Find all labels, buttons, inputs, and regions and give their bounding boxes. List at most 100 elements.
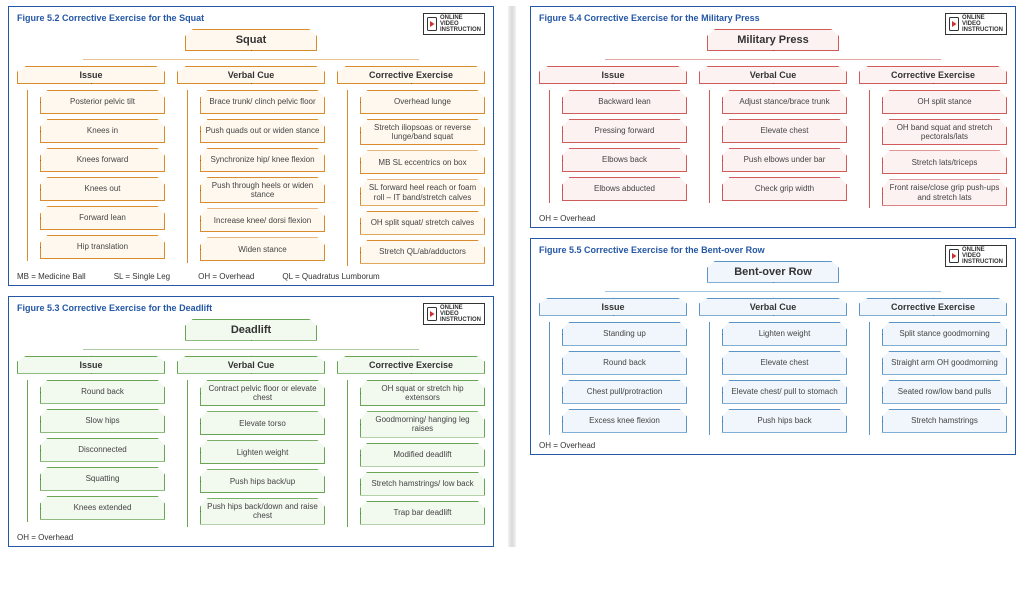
tree-item: Forward lean — [40, 206, 165, 230]
figure-panel-row: Figure 5.5 Corrective Exercise for the B… — [530, 238, 1016, 455]
column-header: Issue — [539, 298, 687, 316]
tree-item: Stretch QL/ab/adductors — [360, 240, 485, 264]
column-header: Corrective Exercise — [859, 298, 1007, 316]
column: IssueStanding upRound backChest pull/pro… — [539, 298, 687, 435]
page-right: Figure 5.4 Corrective Exercise for the M… — [530, 6, 1016, 547]
column: Corrective Exercise OH split stance OH ban… — [859, 66, 1007, 208]
column: Issue Backward lean Pressing forward Elbows… — [539, 66, 687, 208]
column: Issue Round back Slow hips Disconnected Squa… — [17, 356, 165, 527]
legend: MB = Medicine BallSL = Single LegOH = Ov… — [17, 272, 485, 281]
tree-item: Trap bar deadlift — [360, 501, 485, 525]
column-header: Issue — [17, 66, 165, 84]
tree-item: Overhead lunge — [360, 90, 485, 114]
column: Corrective ExerciseOH squat or stretch h… — [337, 356, 485, 527]
branch-connector — [605, 291, 941, 292]
column: Verbal CueBrace trunk/ clinch pelvic flo… — [177, 66, 325, 266]
figure-title: Figure 5.3 Corrective Exercise for the D… — [17, 303, 485, 313]
tree-item: Excess knee flexion — [562, 409, 687, 433]
tree-item: Elevate torso — [200, 411, 325, 435]
page-left: Figure 5.2 Corrective Exercise for the S… — [8, 6, 494, 547]
diagram-tree: Squat Issue Posterior pelvic tilt Knees in K… — [17, 29, 485, 266]
tree-item: Push quads out or widen stance — [200, 119, 325, 143]
column: Corrective Exercise Split stance goodmorn… — [859, 298, 1007, 435]
tree-item: Synchronize hip/ knee flexion — [200, 148, 325, 172]
tree-item: Widen stance — [200, 237, 325, 261]
root-node: Squat — [185, 29, 317, 51]
tree-item: Knees in — [40, 119, 165, 143]
tree-item: Slow hips — [40, 409, 165, 433]
tree-item: Elbows back — [562, 148, 687, 172]
figure-panel-deadlift: Figure 5.3 Corrective Exercise for the D… — [8, 296, 494, 547]
tree-item: Disconnected — [40, 438, 165, 462]
column-items: Backward lean Pressing forward Elbows back… — [549, 90, 687, 203]
tree-item: OH split squat/ stretch calves — [360, 211, 485, 235]
legend-item: OH = Overhead — [539, 441, 595, 450]
diagram-tree: Bent-over RowIssueStanding upRound backC… — [539, 261, 1007, 435]
tree-item: Push elbows under bar — [722, 148, 847, 172]
tree-item: Seated row/low band pulls — [882, 380, 1007, 404]
tree-item: Lighten weight — [722, 322, 847, 346]
column-items: Contract pelvic floor or elevate chestEl… — [187, 380, 325, 527]
tree-item: Stretch hamstrings — [882, 409, 1007, 433]
legend-item: QL = Quadratus Lumborum — [282, 272, 379, 281]
tree-item: Goodmorning/ hanging leg raises — [360, 411, 485, 437]
tree-item: Round back — [40, 380, 165, 404]
tree-item: Adjust stance/brace trunk — [722, 90, 847, 114]
tree-item: Elbows abducted — [562, 177, 687, 201]
column-header: Corrective Exercise — [859, 66, 1007, 84]
column: Verbal CueAdjust stance/brace trunkEleva… — [699, 66, 847, 208]
tree-item: Chest pull/protraction — [562, 380, 687, 404]
tree-item: Knees extended — [40, 496, 165, 520]
tree-item: Push hips back/up — [200, 469, 325, 493]
column-items: Overhead lungeStretch iliopsoas or rever… — [347, 90, 485, 266]
column-header: Corrective Exercise — [337, 66, 485, 84]
column-items: Brace trunk/ clinch pelvic floorPush qua… — [187, 90, 325, 263]
legend-item: OH = Overhead — [17, 533, 73, 542]
book-spread: Figure 5.2 Corrective Exercise for the S… — [8, 6, 1016, 547]
legend-item: MB = Medicine Ball — [17, 272, 86, 281]
tree-item: Lighten weight — [200, 440, 325, 464]
column-header: Issue — [539, 66, 687, 84]
tree-item: Push hips back — [722, 409, 847, 433]
tree-item: SL forward heel reach or foam roll – IT … — [360, 179, 485, 205]
column-items: Split stance goodmorning Straight arm OH … — [869, 322, 1007, 435]
tree-item: Posterior pelvic tilt — [40, 90, 165, 114]
columns: Issue Posterior pelvic tilt Knees in Knees … — [17, 66, 485, 266]
column: Verbal Cue Contract pelvic floor or eleva… — [177, 356, 325, 527]
tree-item: OH split stance — [882, 90, 1007, 114]
column-header: Verbal Cue — [177, 356, 325, 374]
tree-item: Split stance goodmorning — [882, 322, 1007, 346]
figure-panel-military: Figure 5.4 Corrective Exercise for the M… — [530, 6, 1016, 228]
legend: OH = Overhead — [17, 533, 485, 542]
column-items: Round back Slow hips Disconnected Squatting… — [27, 380, 165, 522]
column: Corrective ExerciseOverhead lungeStretch… — [337, 66, 485, 266]
tree-item: Knees out — [40, 177, 165, 201]
diagram-tree: Deadlift Issue Round back Slow hips Disconne… — [17, 319, 485, 527]
tree-item: Elevate chest — [722, 119, 847, 143]
columns: IssueStanding upRound backChest pull/pro… — [539, 298, 1007, 435]
column: Issue Posterior pelvic tilt Knees in Knees … — [17, 66, 165, 266]
tree-item: Squatting — [40, 467, 165, 491]
legend: OH = Overhead — [539, 441, 1007, 450]
columns: Issue Backward lean Pressing forward Elbows… — [539, 66, 1007, 208]
column-items: Posterior pelvic tiltKnees inKnees forwa… — [27, 90, 165, 261]
branch-connector — [83, 349, 419, 350]
root-node: Military Press — [707, 29, 839, 51]
figure-title: Figure 5.5 Corrective Exercise for the B… — [539, 245, 1007, 255]
tree-item: Straight arm OH goodmorning — [882, 351, 1007, 375]
column: Verbal CueLighten weightElevate chestEle… — [699, 298, 847, 435]
tree-item: Pressing forward — [562, 119, 687, 143]
tree-item: Stretch hamstrings/ low back — [360, 472, 485, 496]
tree-item: Backward lean — [562, 90, 687, 114]
tree-item: Stretch lats/triceps — [882, 150, 1007, 174]
tree-item: OH squat or stretch hip extensors — [360, 380, 485, 406]
tree-item: Push hips back/down and raise chest — [200, 498, 325, 524]
tree-item: OH band squat and stretch pectorals/lats — [882, 119, 1007, 145]
legend-item: OH = Overhead — [198, 272, 254, 281]
tree-item: MB SL eccentrics on box — [360, 150, 485, 174]
column-header: Issue — [17, 356, 165, 374]
tree-item: Modified deadlift — [360, 443, 485, 467]
root-node: Deadlift — [185, 319, 317, 341]
branch-connector — [605, 59, 941, 60]
column-header: Verbal Cue — [699, 298, 847, 316]
